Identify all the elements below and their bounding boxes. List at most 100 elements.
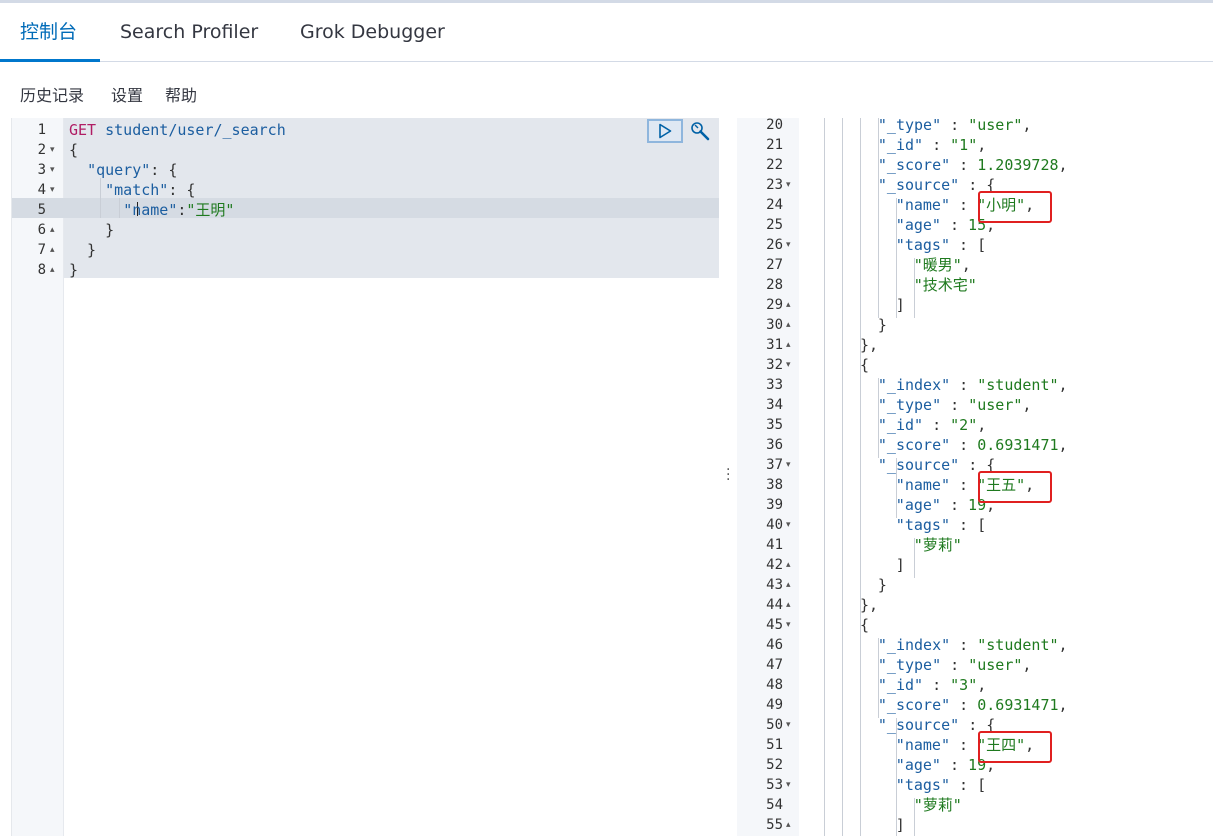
fold-open-icon[interactable]: ▾: [786, 515, 791, 535]
history-menu-item[interactable]: 历史记录: [20, 82, 84, 106]
line-number: 40: [766, 517, 783, 533]
play-icon: [659, 123, 672, 139]
line-number: 34: [766, 397, 783, 413]
tab-grok-debugger[interactable]: Grok Debugger: [300, 3, 445, 61]
fold-close-icon[interactable]: ▴: [786, 295, 791, 315]
line-number: 41: [766, 537, 783, 553]
response-code-line: "tags" : [: [895, 516, 987, 534]
line-number: 27: [766, 257, 783, 273]
response-code-line: "_score" : 1.2039728,: [877, 156, 1068, 174]
line-number: 37: [766, 457, 783, 473]
tab-search-profiler[interactable]: Search Profiler: [120, 3, 258, 61]
line-number: 43: [766, 577, 783, 593]
line-number: 5: [37, 202, 46, 218]
response-code-line: "_type" : "user",: [877, 656, 1032, 674]
settings-menu-item[interactable]: 设置: [111, 82, 143, 106]
response-code-line: "_index" : "student",: [877, 636, 1068, 654]
line-number: 23: [766, 177, 783, 193]
line-number: 35: [766, 417, 783, 433]
line-number: 38: [766, 477, 783, 493]
request-code-line: "query": {: [87, 161, 178, 179]
response-code-line: "暖男",: [913, 256, 971, 274]
request-code-line: }: [69, 241, 97, 259]
line-number: 36: [766, 437, 783, 453]
response-code-line: "_score" : 0.6931471,: [877, 696, 1068, 714]
fold-open-icon[interactable]: ▾: [786, 455, 791, 475]
fold-close-icon[interactable]: ▴: [786, 575, 791, 595]
request-code-line: "match": {: [105, 181, 196, 199]
response-code-line: ]: [895, 296, 905, 314]
response-code-line: }: [877, 576, 887, 594]
request-code-line: "name":"王明": [123, 201, 235, 219]
fold-close-icon[interactable]: ▴: [786, 815, 791, 835]
fold-open-icon[interactable]: ▾: [50, 140, 55, 160]
indent-guide: [860, 118, 861, 836]
line-number: 26: [766, 237, 783, 253]
fold-close-icon[interactable]: ▴: [786, 335, 791, 355]
annotation-highlight-box: [978, 191, 1052, 223]
response-code-line: },: [860, 336, 879, 354]
run-request-button[interactable]: [647, 119, 683, 143]
line-number: 32: [766, 357, 783, 373]
line-number: 55: [766, 817, 783, 833]
fold-close-icon[interactable]: ▴: [786, 595, 791, 615]
response-code-line: "萝莉": [913, 536, 962, 554]
fold-close-icon[interactable]: ▴: [786, 555, 791, 575]
annotation-highlight-box: [978, 471, 1052, 503]
response-code-line: },: [860, 596, 879, 614]
annotation-highlight-box: [978, 731, 1052, 763]
line-number: 46: [766, 637, 783, 653]
response-code-line: {: [860, 616, 870, 634]
line-number: 24: [766, 197, 783, 213]
line-number: 47: [766, 657, 783, 673]
response-viewer[interactable]: 20 "_type" : "user", 21 "_id" : "1", 22 "_sco…: [737, 118, 1213, 836]
response-code-line: {: [860, 356, 870, 374]
console-menu: 历史记录 设置 帮助: [0, 62, 1213, 118]
fold-open-icon[interactable]: ▾: [50, 160, 55, 180]
response-code-line: "_score" : 0.6931471,: [877, 436, 1068, 454]
response-code-line: "_index" : "student",: [877, 376, 1068, 394]
fold-close-icon[interactable]: ▴: [50, 260, 55, 280]
help-menu-item[interactable]: 帮助: [165, 82, 197, 106]
fold-close-icon[interactable]: ▴: [50, 220, 55, 240]
fold-open-icon[interactable]: ▾: [786, 615, 791, 635]
line-number: 33: [766, 377, 783, 393]
response-code-line: "_id" : "2",: [877, 416, 987, 434]
line-number: 51: [766, 737, 783, 753]
line-number: 29: [766, 297, 783, 313]
response-code-line: "_id" : "1",: [877, 136, 987, 154]
response-code-line: "tags" : [: [895, 776, 987, 794]
line-number: 20: [766, 118, 783, 133]
fold-open-icon[interactable]: ▾: [786, 715, 791, 735]
indent-guide: [824, 118, 825, 836]
wrench-icon[interactable]: [690, 121, 712, 143]
fold-close-icon[interactable]: ▴: [786, 315, 791, 335]
line-number: 25: [766, 217, 783, 233]
request-editor[interactable]: 1 GET student/user/_search 2 ▾{3 ▾ "query": …: [11, 118, 720, 836]
response-code-line: "_type" : "user",: [877, 396, 1032, 414]
line-number: 44: [766, 597, 783, 613]
fold-open-icon[interactable]: ▾: [786, 355, 791, 375]
request-code-line: GET student/user/_search: [69, 121, 286, 139]
panel-resizer[interactable]: · · ·: [719, 118, 737, 836]
line-number: 42: [766, 557, 783, 573]
fold-close-icon[interactable]: ▴: [50, 240, 55, 260]
response-code-line: }: [877, 316, 887, 334]
request-code-line: {: [69, 141, 79, 159]
line-number: 22: [766, 157, 783, 173]
line-number: 7: [37, 242, 46, 258]
line-number: 49: [766, 697, 783, 713]
fold-open-icon[interactable]: ▾: [786, 775, 791, 795]
tab-console[interactable]: 控制台: [20, 3, 77, 61]
response-code-line: "tags" : [: [895, 236, 987, 254]
line-number: 3: [37, 162, 46, 178]
request-code-line: }: [69, 221, 115, 239]
request-code-line: }: [69, 261, 79, 279]
line-number: 1: [37, 122, 46, 138]
line-number: 50: [766, 717, 783, 733]
tab-bar: 控制台 Search Profiler Grok Debugger: [0, 3, 1213, 62]
fold-open-icon[interactable]: ▾: [50, 180, 55, 200]
fold-open-icon[interactable]: ▾: [786, 235, 791, 255]
fold-open-icon[interactable]: ▾: [786, 175, 791, 195]
line-number: 54: [766, 797, 783, 813]
